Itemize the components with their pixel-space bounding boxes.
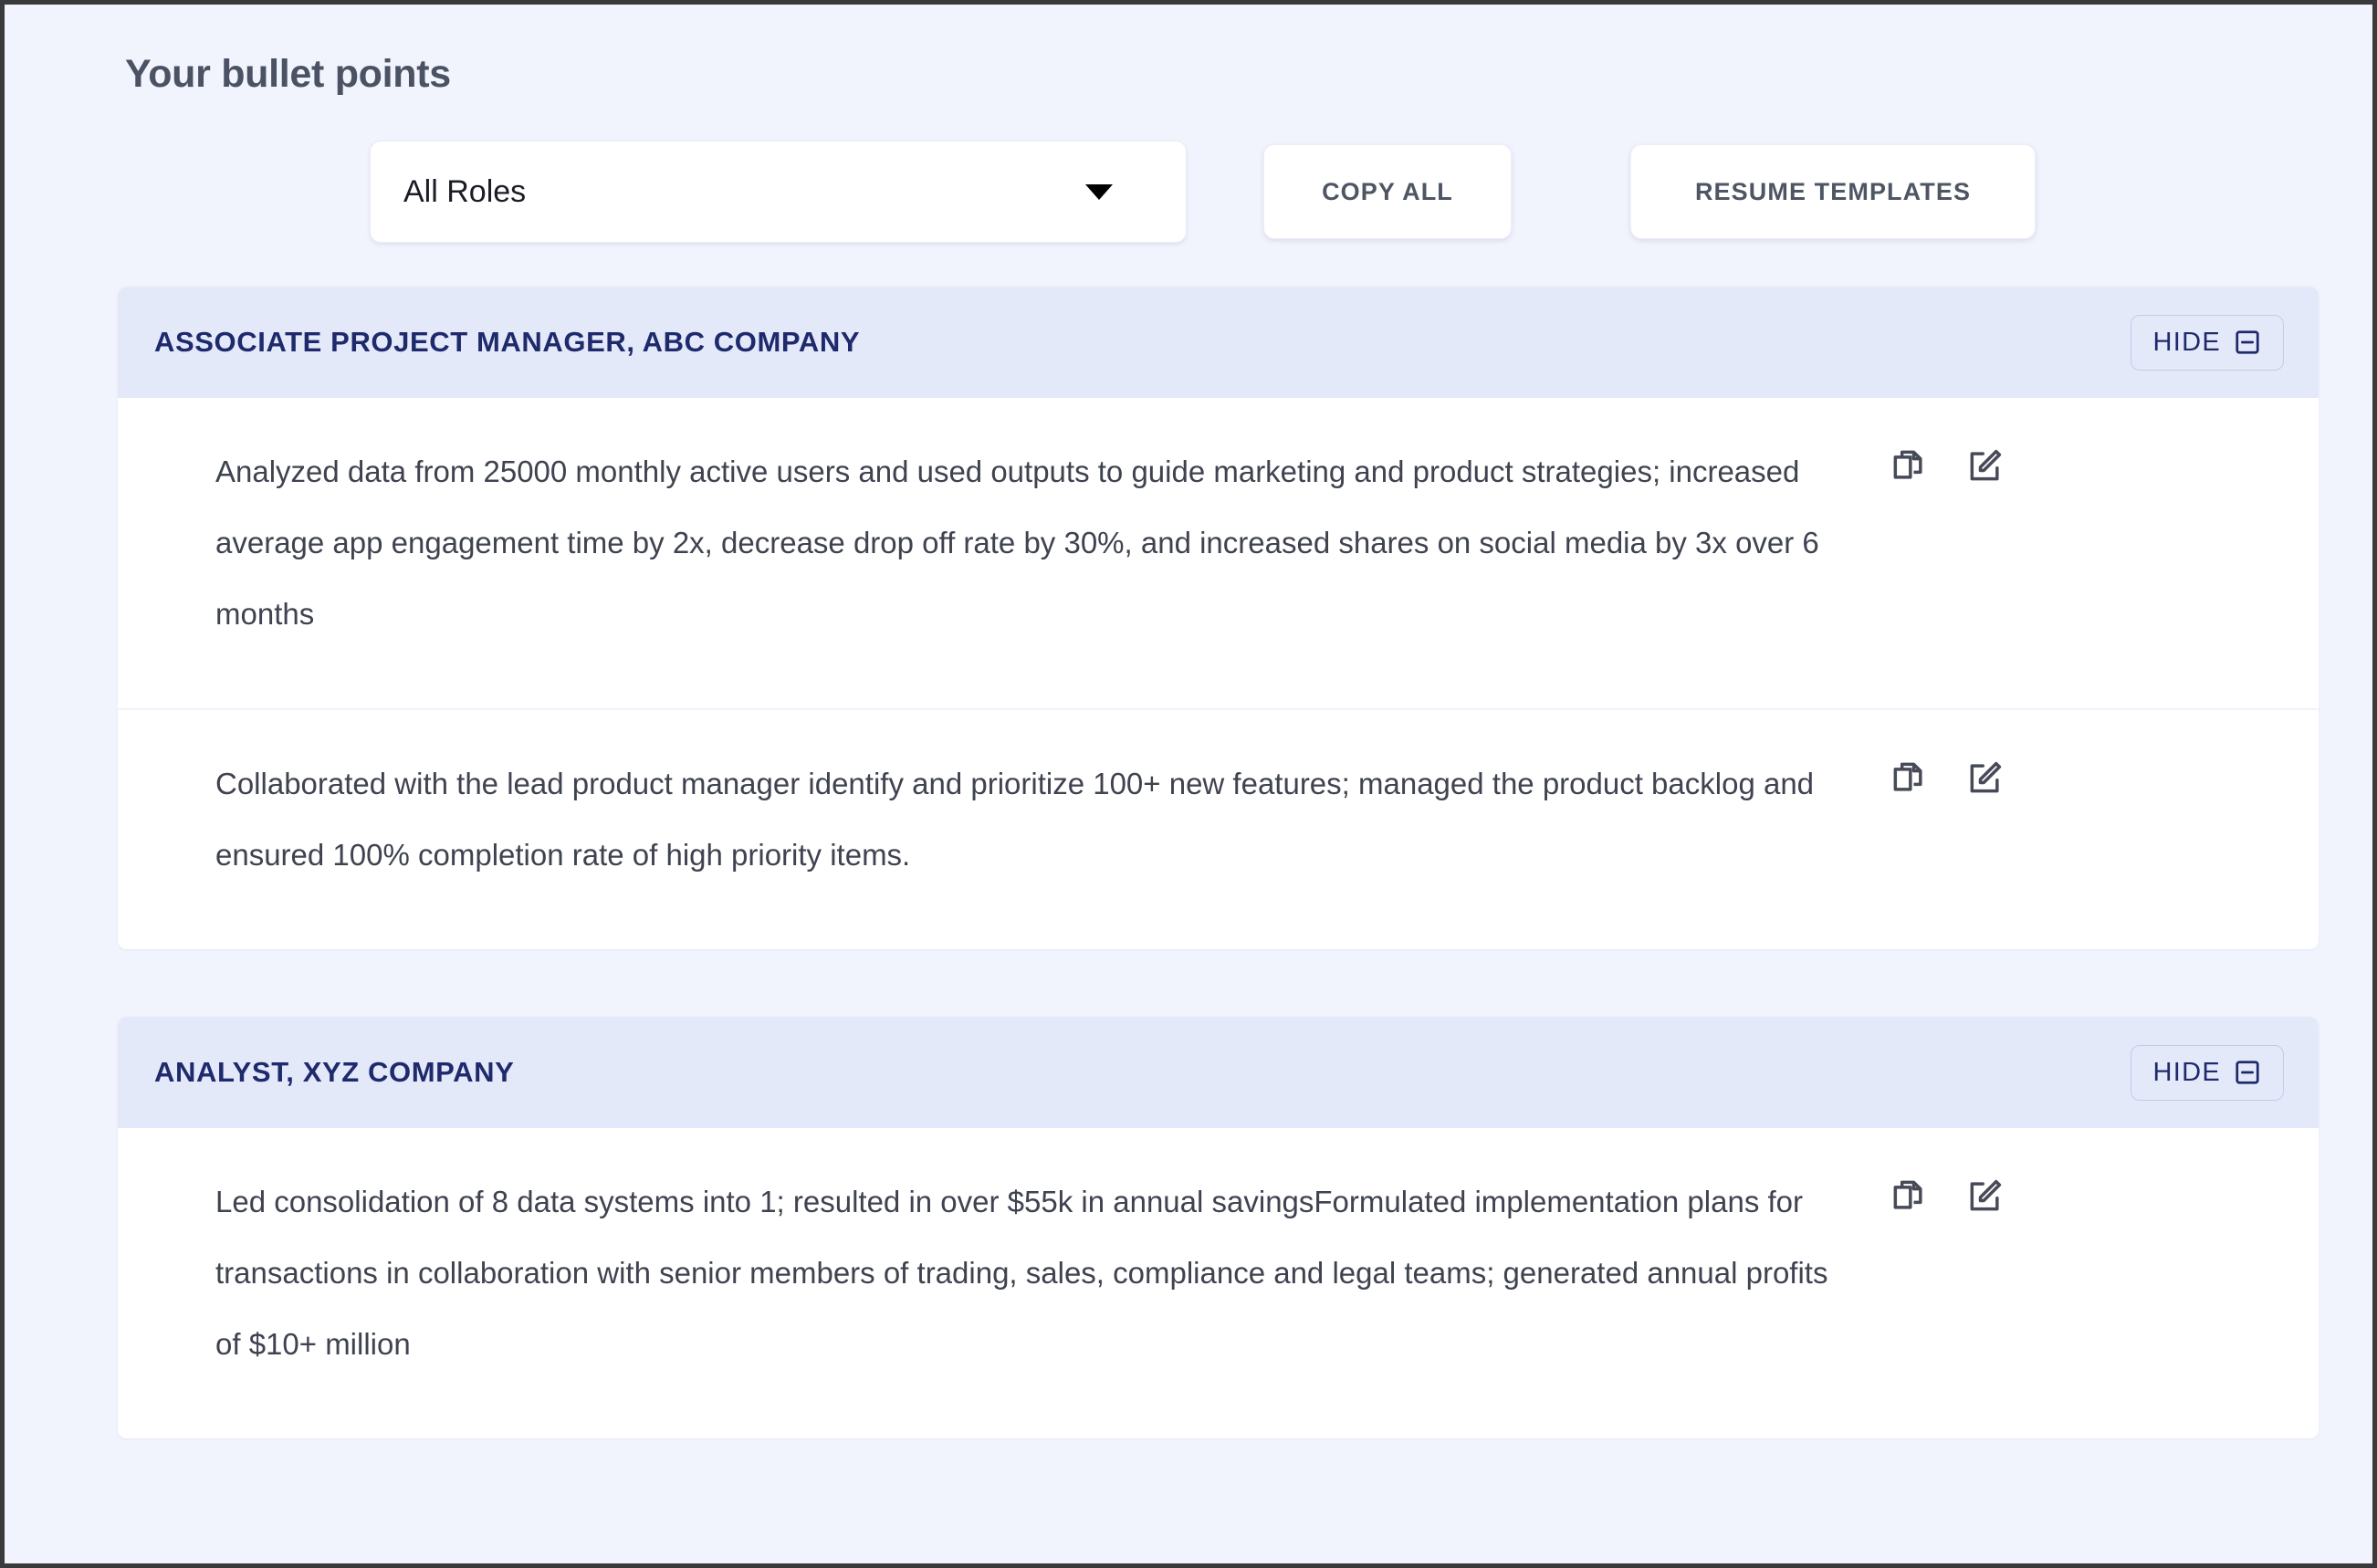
hide-section-button[interactable]: HIDE xyxy=(2130,314,2284,371)
role-filter-value: All Roles xyxy=(403,173,527,209)
bullet-row: Led consolidation of 8 data systems into… xyxy=(118,1128,2319,1438)
bullet-text: Analyzed data from 25000 monthly active … xyxy=(215,455,1819,631)
bullet-text: Led consolidation of 8 data systems into… xyxy=(215,1185,1828,1361)
hide-button-label: HIDE xyxy=(2152,327,2221,357)
edit-bullet-button[interactable] xyxy=(1965,445,2005,486)
copy-bullet-button[interactable] xyxy=(1889,1176,1929,1216)
copy-icon xyxy=(1889,445,1929,486)
role-section-title: ANALYST, XYZ COMPANY xyxy=(154,1056,515,1088)
chevron-down-icon xyxy=(1085,183,1113,200)
edit-bullet-button[interactable] xyxy=(1965,758,2005,798)
edit-icon xyxy=(1965,1176,2005,1216)
toolbar: All Roles COPY ALL RESUME TEMPLATES xyxy=(5,97,2372,243)
minus-square-icon xyxy=(2234,1059,2261,1086)
copy-bullet-button[interactable] xyxy=(1889,758,1929,798)
bullet-text: Collaborated with the lead product manag… xyxy=(215,767,1815,872)
bullet-actions xyxy=(1889,748,2124,798)
bullet-row: Analyzed data from 25000 monthly active … xyxy=(118,398,2319,708)
role-section: ANALYST, XYZ COMPANY HIDE Led consolidat… xyxy=(118,1017,2319,1438)
edit-icon xyxy=(1965,445,2005,486)
bullet-points-page: Your bullet points All Roles COPY ALL RE… xyxy=(5,5,2372,1563)
bullet-actions xyxy=(1889,436,2124,486)
role-section-header: ASSOCIATE PROJECT MANAGER, ABC COMPANY H… xyxy=(118,287,2319,398)
hide-section-button[interactable]: HIDE xyxy=(2130,1044,2284,1101)
role-section-header: ANALYST, XYZ COMPANY HIDE xyxy=(118,1017,2319,1128)
copy-bullet-button[interactable] xyxy=(1889,445,1929,486)
edit-icon xyxy=(1965,758,2005,798)
copy-all-button[interactable]: COPY ALL xyxy=(1263,144,1512,239)
bullet-actions xyxy=(1889,1166,2124,1216)
hide-button-label: HIDE xyxy=(2152,1057,2221,1087)
minus-square-icon xyxy=(2234,329,2261,356)
edit-bullet-button[interactable] xyxy=(1965,1176,2005,1216)
bullet-row: Collaborated with the lead product manag… xyxy=(118,708,2319,949)
resume-templates-button[interactable]: RESUME TEMPLATES xyxy=(1630,144,2036,239)
role-section-title: ASSOCIATE PROJECT MANAGER, ABC COMPANY xyxy=(154,326,861,358)
role-filter-select[interactable]: All Roles xyxy=(370,141,1187,243)
copy-icon xyxy=(1889,758,1929,798)
copy-icon xyxy=(1889,1176,1929,1216)
role-section: ASSOCIATE PROJECT MANAGER, ABC COMPANY H… xyxy=(118,287,2319,949)
role-sections: ASSOCIATE PROJECT MANAGER, ABC COMPANY H… xyxy=(5,287,2372,1438)
page-title: Your bullet points xyxy=(125,52,451,96)
